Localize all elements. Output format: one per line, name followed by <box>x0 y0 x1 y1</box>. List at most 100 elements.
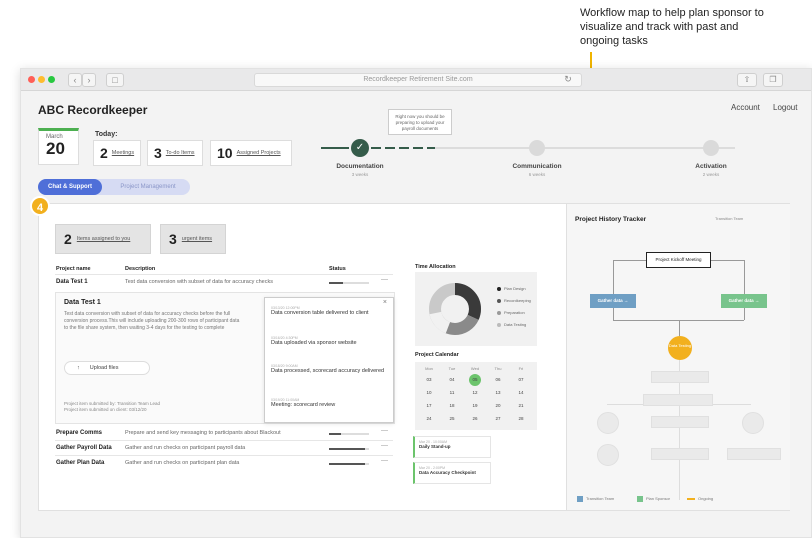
timeline-event: Meeting: scorecard review <box>271 402 336 408</box>
event-date: Mar 20 - 10:00AM <box>419 440 448 444</box>
row-description: Prepare and send key messaging to partic… <box>125 430 281 436</box>
donut-chart <box>429 283 481 335</box>
todo-card[interactable]: 3 To-do Items <box>147 140 203 166</box>
share-icon[interactable]: ⇧ <box>737 73 757 87</box>
calendar-day[interactable]: 28 <box>511 416 531 421</box>
calendar-day[interactable]: 04 <box>442 377 462 382</box>
row-description: Test data conversion with subset of data… <box>125 279 273 285</box>
urgent-count: 3 <box>169 231 177 247</box>
calendar-day[interactable]: 19 <box>465 403 485 408</box>
timeline-event: Data processed, scorecard accuracy deliv… <box>271 368 385 374</box>
row-description: Gather and run checks on participant pay… <box>125 445 246 451</box>
calendar-day[interactable]: 27 <box>488 416 508 421</box>
step-communication-icon[interactable] <box>529 140 545 156</box>
calendar-day[interactable]: 17 <box>419 403 439 408</box>
timeline-item: 03/19/20 11:00AM Meeting: scorecard revi… <box>271 398 335 409</box>
close-window-dot[interactable] <box>28 76 35 83</box>
ongoing-node[interactable]: Data Testing <box>668 336 692 360</box>
assigned-link[interactable]: Items assigned to you <box>77 236 131 242</box>
row-progress-fill <box>329 433 341 435</box>
future-step-node <box>651 371 709 383</box>
row-name[interactable]: Gather Plan Data <box>56 460 104 466</box>
calendar-event[interactable]: Mar 20 - 10:00AM Daily Stand-up <box>413 436 491 458</box>
calendar-weekday: Wed <box>470 366 480 371</box>
reload-icon[interactable]: ↻ <box>561 73 575 87</box>
connector <box>613 260 646 261</box>
row-name[interactable]: Prepare Comms <box>56 430 102 436</box>
timeline-item: 03/18/20 9:00AM Data processed, scorecar… <box>271 364 384 375</box>
row-name[interactable]: Data Test 1 <box>56 279 88 285</box>
tab-chat-support[interactable]: Chat & Support <box>38 179 102 195</box>
gather-data-team-node[interactable]: Gather data → <box>590 294 636 308</box>
step-label-documentation: Documentation <box>336 163 384 170</box>
step-documentation-check-icon[interactable]: ✓ <box>351 139 369 157</box>
connector <box>679 320 744 321</box>
logout-link[interactable]: Logout <box>773 103 797 112</box>
projects-card[interactable]: 10 Assigned Projects <box>210 140 292 166</box>
row-divider <box>55 455 393 456</box>
calendar-day[interactable]: 03 <box>419 377 439 382</box>
todo-link[interactable]: To-do Items <box>166 150 195 156</box>
row-name[interactable]: Gather Payroll Data <box>56 445 112 451</box>
stepper-line-todo <box>435 147 735 149</box>
future-step-node <box>651 416 709 428</box>
upload-files-button[interactable]: ↑ Upload files <box>64 361 150 375</box>
future-step-node <box>597 412 619 434</box>
account-link[interactable]: Account <box>731 103 760 112</box>
timeline-item: 03/16/20 4:30PM Data uploaded via sponso… <box>271 336 357 347</box>
forward-icon[interactable]: › <box>82 73 96 87</box>
row-more-icon[interactable]: — <box>381 427 388 434</box>
url-bar[interactable]: Recordkeeper Retirement Site.com <box>254 73 582 87</box>
col-header-name: Project name <box>56 266 91 272</box>
row-more-icon[interactable]: — <box>381 457 388 464</box>
sidebar-icon[interactable]: □ <box>106 73 124 87</box>
step-label-activation: Activation <box>695 163 727 170</box>
calendar-day[interactable]: 06 <box>488 377 508 382</box>
event-title: Daily Stand-up <box>419 444 451 449</box>
calendar-weekday: Tue <box>448 366 456 371</box>
calendar-day[interactable]: 13 <box>488 390 508 395</box>
calendar-day[interactable]: 10 <box>419 390 439 395</box>
row-progress-bar <box>329 463 369 465</box>
calendar-day[interactable]: 25 <box>442 416 462 421</box>
minimize-window-dot[interactable] <box>38 76 45 83</box>
calendar-day[interactable]: 05 <box>465 377 485 382</box>
tabs-icon[interactable]: ❐ <box>763 73 783 87</box>
calendar-day[interactable]: 07 <box>511 377 531 382</box>
urgent-link[interactable]: urgent items <box>182 236 212 242</box>
projects-link[interactable]: Assigned Projects <box>237 150 281 156</box>
calendar-day[interactable]: 20 <box>488 403 508 408</box>
project-calendar-title: Project Calendar <box>415 352 459 358</box>
kickoff-meeting-node[interactable]: Project Kickoff Meeting <box>646 252 711 268</box>
back-icon[interactable]: ‹ <box>68 73 82 87</box>
time-allocation-title: Time Allocation <box>415 264 456 270</box>
row-more-icon[interactable]: — <box>381 442 388 449</box>
row-divider <box>55 440 393 441</box>
calendar-day[interactable]: 11 <box>442 390 462 395</box>
maximize-window-dot[interactable] <box>48 76 55 83</box>
calendar-day[interactable]: 21 <box>511 403 531 408</box>
connector <box>613 308 614 320</box>
calendar-day[interactable]: 14 <box>511 390 531 395</box>
date-card: March 20 <box>38 128 79 165</box>
assigned-items-card[interactable]: 2 Items assigned to you <box>55 224 151 254</box>
row-more-icon[interactable]: — <box>381 276 388 283</box>
row-progress-bar <box>329 448 369 450</box>
date-day: 20 <box>46 139 65 158</box>
close-icon[interactable]: × <box>383 299 387 306</box>
calendar-day[interactable]: 12 <box>465 390 485 395</box>
project-history-tracker: Project History Tracker Transition Team … <box>566 204 790 510</box>
stepper-line-progress <box>371 147 435 149</box>
future-step-node <box>727 448 781 460</box>
calendar-day[interactable]: 26 <box>465 416 485 421</box>
meetings-link[interactable]: Meetings <box>112 150 134 156</box>
step-activation-icon[interactable] <box>703 140 719 156</box>
calendar-event[interactable]: Mar 20 - 2:00PM Data Accuracy Checkpoint <box>413 462 491 484</box>
calendar-day[interactable]: 24 <box>419 416 439 421</box>
gather-data-sponsor-node[interactable]: Gather data → <box>721 294 767 308</box>
project-calendar: Mon Tue Wed Thu Fri 03 04 05 06 07 10 11 12 13 14 17 18 1… <box>415 362 537 430</box>
tab-project-management[interactable]: Project Management <box>108 179 188 195</box>
urgent-items-card[interactable]: 3 urgent items <box>160 224 226 254</box>
meetings-card[interactable]: 2 Meetings <box>93 140 141 166</box>
calendar-day[interactable]: 18 <box>442 403 462 408</box>
